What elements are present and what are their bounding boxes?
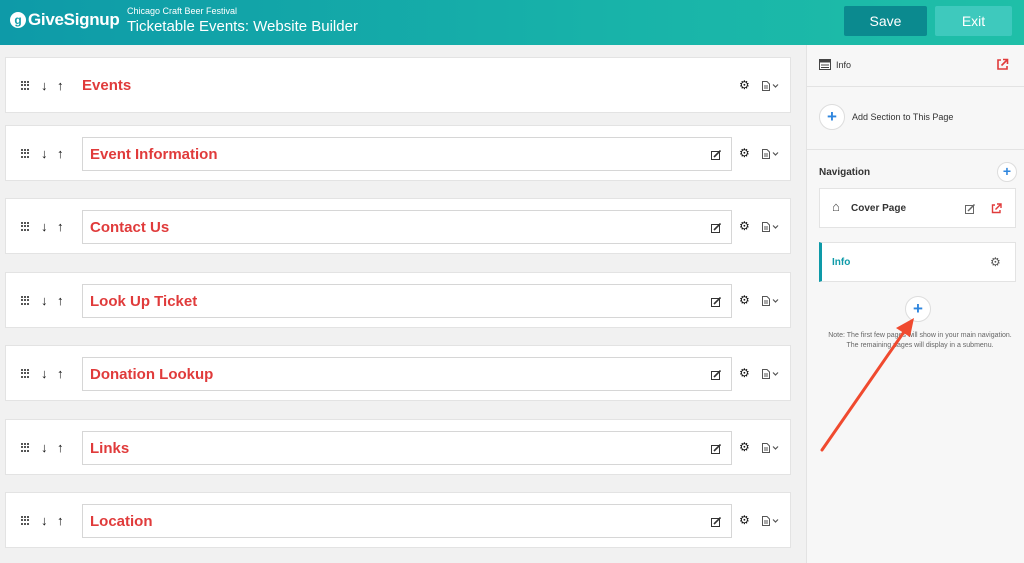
page-options-icon[interactable] (762, 222, 780, 232)
section-row[interactable]: ↓ ↑ Donation Lookup ⚙ (5, 345, 791, 401)
nav-item-cover-page[interactable]: ⌂ Cover Page (819, 188, 1016, 228)
add-section-area: + Add Section to This Page (807, 88, 1024, 150)
section-title: Look Up Ticket (90, 293, 198, 310)
gear-icon[interactable]: ⚙ (739, 219, 750, 233)
givesignup-logo[interactable]: g GiveSignup (10, 10, 120, 30)
section-title-field[interactable]: Donation Lookup (82, 357, 732, 391)
current-page-header: Info (807, 45, 1024, 87)
move-up-icon[interactable]: ↑ (57, 78, 64, 93)
section-title: Event Information (90, 146, 218, 163)
page-options-icon[interactable] (762, 296, 780, 306)
add-section-button[interactable]: + (819, 104, 845, 130)
section-title-field[interactable]: Event Information (82, 137, 732, 171)
edit-icon[interactable] (711, 223, 721, 233)
exit-button[interactable]: Exit (935, 6, 1012, 36)
move-down-icon[interactable]: ↓ (41, 146, 48, 161)
edit-icon[interactable] (711, 150, 721, 160)
edit-icon[interactable] (965, 204, 975, 214)
move-up-icon[interactable]: ↑ (57, 513, 64, 528)
add-nav-page-button[interactable]: + (997, 162, 1017, 182)
drag-handle-icon[interactable] (21, 516, 29, 525)
drag-handle-icon[interactable] (21, 222, 29, 231)
page-options-icon[interactable] (762, 443, 780, 453)
drag-handle-icon[interactable] (21, 296, 29, 305)
edit-icon[interactable] (711, 370, 721, 380)
section-title: Events (82, 77, 132, 94)
page-options-icon[interactable] (762, 81, 780, 91)
gear-icon[interactable]: ⚙ (739, 293, 750, 307)
gear-icon[interactable]: ⚙ (739, 513, 750, 527)
drag-handle-icon[interactable] (21, 443, 29, 452)
page-options-icon[interactable] (762, 516, 780, 526)
edit-icon[interactable] (711, 444, 721, 454)
navigation-heading: Navigation (819, 167, 871, 178)
navigation-note: Note: The first few pages will show in y… (828, 332, 1012, 349)
gear-icon[interactable]: ⚙ (739, 78, 750, 92)
move-up-icon[interactable]: ↑ (57, 146, 64, 161)
move-up-icon[interactable]: ↑ (57, 366, 64, 381)
move-up-icon[interactable]: ↑ (57, 219, 64, 234)
edit-icon[interactable] (711, 297, 721, 307)
external-link-icon[interactable] (996, 58, 1009, 71)
right-panel: Info + Add Section to This Page Navigati… (806, 45, 1024, 563)
page-layout-icon (819, 59, 831, 70)
current-page-label: Info (836, 60, 852, 70)
section-row[interactable]: ↓ ↑ Event Information ⚙ (5, 125, 791, 181)
drag-handle-icon[interactable] (21, 149, 29, 158)
gear-icon[interactable]: ⚙ (739, 366, 750, 380)
move-down-icon[interactable]: ↓ (41, 440, 48, 455)
section-title: Location (90, 513, 153, 530)
nav-item-label: Cover Page (851, 203, 907, 214)
section-row[interactable]: ↓ ↑ Contact Us ⚙ (5, 198, 791, 254)
move-up-icon[interactable]: ↑ (57, 293, 64, 308)
page-title: Ticketable Events: Website Builder (127, 18, 358, 35)
section-title: Donation Lookup (90, 366, 214, 383)
event-name: Chicago Craft Beer Festival (127, 6, 238, 16)
drag-handle-icon[interactable] (21, 369, 29, 378)
section-title-field[interactable]: Location (82, 504, 732, 538)
drag-handle-icon[interactable] (21, 81, 29, 90)
section-title: Contact Us (90, 219, 170, 236)
section-row[interactable]: ↓ ↑ Location ⚙ (5, 492, 791, 548)
move-up-icon[interactable]: ↑ (57, 440, 64, 455)
section-title-field[interactable]: Links (82, 431, 732, 465)
move-down-icon[interactable]: ↓ (41, 293, 48, 308)
section-row[interactable]: ↓ ↑ Look Up Ticket ⚙ (5, 272, 791, 328)
save-button[interactable]: Save (844, 6, 927, 36)
section-title: Links (90, 440, 130, 457)
edit-icon[interactable] (711, 517, 721, 527)
move-down-icon[interactable]: ↓ (41, 219, 48, 234)
section-title-field[interactable]: Look Up Ticket (82, 284, 732, 318)
add-section-label[interactable]: Add Section to This Page (852, 112, 953, 122)
home-icon: ⌂ (832, 199, 840, 214)
gear-icon[interactable]: ⚙ (990, 255, 1001, 269)
top-bar: g GiveSignup Chicago Craft Beer Festival… (0, 0, 1024, 45)
page-options-icon[interactable] (762, 369, 780, 379)
add-page-button[interactable]: + (905, 296, 931, 322)
gear-icon[interactable]: ⚙ (739, 146, 750, 160)
move-down-icon[interactable]: ↓ (41, 513, 48, 528)
page-options-icon[interactable] (762, 149, 780, 159)
nav-item-info[interactable]: Info ⚙ (819, 242, 1016, 282)
gear-icon[interactable]: ⚙ (739, 440, 750, 454)
section-title-field[interactable]: Contact Us (82, 210, 732, 244)
section-row[interactable]: ↓ ↑ Links ⚙ (5, 419, 791, 475)
external-link-icon[interactable] (991, 203, 1002, 214)
logo-mark: g (10, 12, 26, 28)
move-down-icon[interactable]: ↓ (41, 366, 48, 381)
move-down-icon[interactable]: ↓ (41, 78, 48, 93)
logo-text: GiveSignup (28, 10, 120, 29)
nav-item-label: Info (832, 257, 851, 268)
section-row[interactable]: ↓ ↑ Events ⚙ (5, 57, 791, 113)
